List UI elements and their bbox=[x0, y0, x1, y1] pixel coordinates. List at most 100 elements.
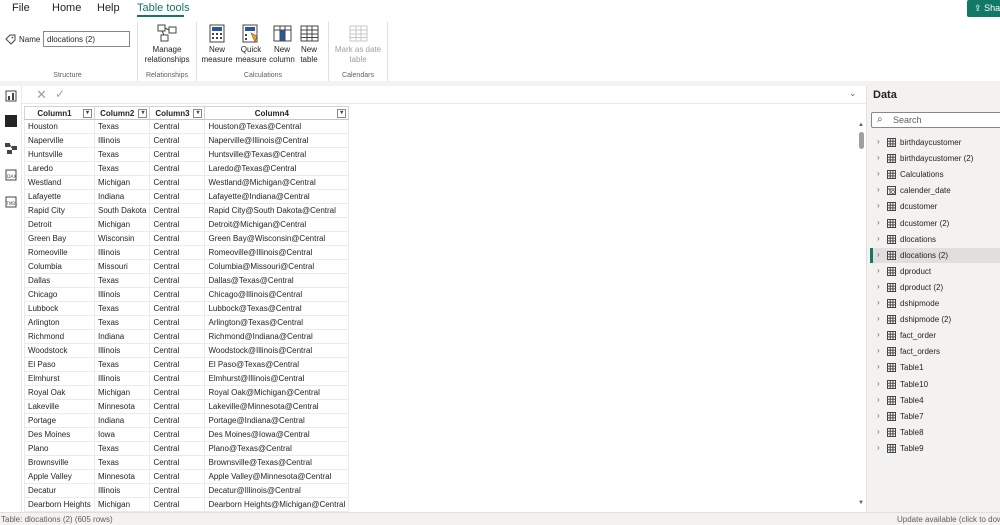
table-cell[interactable]: Central bbox=[149, 217, 206, 232]
table-cell[interactable]: Central bbox=[149, 357, 206, 372]
table-cell[interactable]: Texas bbox=[94, 147, 151, 162]
chevron-right-icon[interactable]: › bbox=[877, 443, 880, 452]
model-view-icon[interactable] bbox=[5, 142, 17, 154]
table-list-item[interactable]: › Table4 bbox=[871, 393, 1000, 408]
table-cell[interactable]: Michigan bbox=[94, 497, 151, 512]
table-cell[interactable]: Columbia@Missouri@Central bbox=[204, 259, 350, 274]
table-row[interactable]: Columbia Missouri Central Columbia@Missouri… bbox=[24, 259, 350, 274]
table-row[interactable]: Lafayette Indiana Central Lafayette@Indiana… bbox=[24, 189, 350, 204]
dax-query-view-icon[interactable]: DAX bbox=[5, 169, 17, 181]
table-list-item[interactable]: › dshipmode bbox=[871, 296, 1000, 311]
table-cell[interactable]: Brownsville bbox=[24, 455, 95, 470]
table-list-item[interactable]: › dlocations (2) bbox=[870, 247, 1000, 263]
table-cell[interactable]: Texas bbox=[94, 357, 151, 372]
table-cell[interactable]: Texas bbox=[94, 301, 151, 316]
chevron-right-icon[interactable]: › bbox=[877, 218, 880, 227]
table-list-item[interactable]: › birthdaycustomer bbox=[871, 135, 1000, 150]
menu-file[interactable]: File bbox=[12, 2, 30, 14]
table-cell[interactable]: Central bbox=[149, 413, 206, 428]
table-cell[interactable]: Laredo@Texas@Central bbox=[204, 161, 350, 176]
table-list-item[interactable]: › dlocations bbox=[871, 232, 1000, 247]
table-row[interactable]: Richmond Indiana Central Richmond@Indiana@C… bbox=[24, 329, 350, 344]
update-available-link[interactable]: Update available (click to dow bbox=[897, 515, 1000, 524]
table-row[interactable]: Lubbock Texas Central Lubbock@Texas@Central bbox=[24, 301, 350, 316]
table-cell[interactable]: Lubbock bbox=[24, 301, 95, 316]
filter-dropdown-icon[interactable]: ▾ bbox=[193, 109, 203, 118]
table-cell[interactable]: El Paso@Texas@Central bbox=[204, 357, 350, 372]
table-cell[interactable]: Central bbox=[149, 273, 206, 288]
table-cell[interactable]: Central bbox=[149, 245, 206, 260]
table-cell[interactable]: Michigan bbox=[94, 385, 151, 400]
table-cell[interactable]: Central bbox=[149, 315, 206, 330]
table-cell[interactable]: Central bbox=[149, 469, 206, 484]
table-cell[interactable]: Central bbox=[149, 133, 206, 148]
table-cell[interactable]: Woodstock bbox=[24, 343, 95, 358]
table-cell[interactable]: Texas bbox=[94, 315, 151, 330]
table-row[interactable]: Rapid City South Dakota Central Rapid City@… bbox=[24, 203, 350, 218]
table-list-item[interactable]: › dproduct (2) bbox=[871, 280, 1000, 295]
scroll-down-icon[interactable]: ▼ bbox=[858, 500, 864, 506]
table-row[interactable]: Detroit Michigan Central Detroit@Michigan@C… bbox=[24, 217, 350, 232]
table-list-item[interactable]: › dproduct bbox=[871, 264, 1000, 279]
chevron-right-icon[interactable]: › bbox=[877, 153, 880, 162]
table-row[interactable]: Elmhurst Illinois Central Elmhurst@Illinois… bbox=[24, 371, 350, 386]
table-cell[interactable]: Richmond@Indiana@Central bbox=[204, 329, 350, 344]
share-button[interactable]: ⇪ Sha bbox=[967, 0, 1000, 17]
table-cell[interactable]: Plano bbox=[24, 441, 95, 456]
table-row[interactable]: Romeoville Illinois Central Romeoville@Illi… bbox=[24, 245, 350, 260]
table-cell[interactable]: Indiana bbox=[94, 413, 151, 428]
table-list-item[interactable]: › dcustomer (2) bbox=[871, 216, 1000, 231]
table-cell[interactable]: Dallas bbox=[24, 273, 95, 288]
table-cell[interactable]: Rapid City bbox=[24, 203, 95, 218]
table-cell[interactable]: Dallas@Texas@Central bbox=[204, 273, 350, 288]
table-cell[interactable]: Arlington bbox=[24, 315, 95, 330]
table-row[interactable]: Laredo Texas Central Laredo@Texas@Central bbox=[24, 161, 350, 176]
table-cell[interactable]: Des Moines bbox=[24, 427, 95, 442]
table-cell[interactable]: Indiana bbox=[94, 329, 151, 344]
table-cell[interactable]: Lakeville@Minnesota@Central bbox=[204, 399, 350, 414]
table-cell[interactable]: Chicago@Illinois@Central bbox=[204, 287, 350, 302]
table-row[interactable]: Dallas Texas Central Dallas@Texas@Central bbox=[24, 273, 350, 288]
table-cell[interactable]: Central bbox=[149, 427, 206, 442]
chevron-right-icon[interactable]: › bbox=[877, 234, 880, 243]
chevron-right-icon[interactable]: › bbox=[877, 250, 880, 259]
chevron-right-icon[interactable]: › bbox=[877, 298, 880, 307]
table-cell[interactable]: Royal Oak bbox=[24, 385, 95, 400]
table-row[interactable]: Woodstock Illinois Central Woodstock@Illino… bbox=[24, 343, 350, 358]
table-cell[interactable]: Naperville bbox=[24, 133, 95, 148]
manage-relationships-button[interactable]: Manage relationships bbox=[142, 24, 192, 65]
table-list-item[interactable]: › calender_date bbox=[871, 183, 1000, 198]
table-list-item[interactable]: › Calculations bbox=[871, 167, 1000, 182]
chevron-right-icon[interactable]: › bbox=[877, 266, 880, 275]
column-header[interactable]: Column4 ▾ bbox=[204, 106, 350, 120]
table-row[interactable]: Dearborn Heights Michigan Central Dearborn … bbox=[24, 497, 350, 512]
table-cell[interactable]: Elmhurst bbox=[24, 371, 95, 386]
table-cell[interactable]: Central bbox=[149, 287, 206, 302]
column-header[interactable]: Column3 ▾ bbox=[149, 106, 206, 120]
table-cell[interactable]: Central bbox=[149, 189, 206, 204]
table-cell[interactable]: Huntsville@Texas@Central bbox=[204, 147, 350, 162]
expand-formula-icon[interactable]: ⌄ bbox=[849, 88, 857, 99]
table-cell[interactable]: Central bbox=[149, 385, 206, 400]
table-row[interactable]: Apple Valley Minnesota Central Apple Valley… bbox=[24, 469, 350, 484]
chevron-right-icon[interactable]: › bbox=[877, 395, 880, 404]
table-cell[interactable]: Huntsville bbox=[24, 147, 95, 162]
table-cell[interactable]: Minnesota bbox=[94, 469, 151, 484]
table-cell[interactable]: Central bbox=[149, 203, 206, 218]
filter-dropdown-icon[interactable]: ▾ bbox=[337, 109, 347, 118]
table-cell[interactable]: Brownsville@Texas@Central bbox=[204, 455, 350, 470]
table-cell[interactable]: Dearborn Heights bbox=[24, 497, 95, 512]
table-cell[interactable]: Apple Valley bbox=[24, 469, 95, 484]
table-cell[interactable]: Westland bbox=[24, 175, 95, 190]
table-view-icon[interactable] bbox=[5, 115, 17, 127]
table-cell[interactable]: Green Bay@Wisconsin@Central bbox=[204, 231, 350, 246]
table-row[interactable]: Plano Texas Central Plano@Texas@Central bbox=[24, 441, 350, 456]
table-cell[interactable]: Detroit@Michigan@Central bbox=[204, 217, 350, 232]
table-cell[interactable]: Illinois bbox=[94, 483, 151, 498]
table-row[interactable]: Arlington Texas Central Arlington@Texas@Cen… bbox=[24, 315, 350, 330]
table-list-item[interactable]: › fact_orders bbox=[871, 344, 1000, 359]
table-cell[interactable]: Houston bbox=[24, 119, 95, 134]
table-cell[interactable]: Central bbox=[149, 175, 206, 190]
table-list-item[interactable]: › birthdaycustomer (2) bbox=[871, 151, 1000, 166]
menu-help[interactable]: Help bbox=[97, 2, 120, 14]
